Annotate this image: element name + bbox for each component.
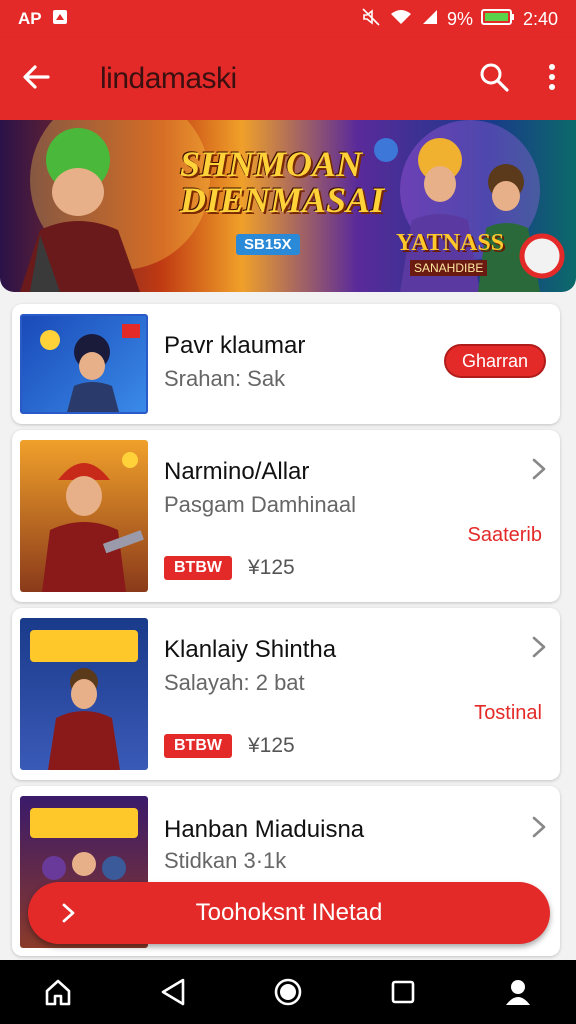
app-actions <box>478 61 556 98</box>
item-thumbnail <box>20 440 148 592</box>
item-badge: BTBW <box>164 556 232 580</box>
mute-icon <box>361 7 381 32</box>
notification-icon <box>52 9 68 30</box>
app-title: lindamaski <box>100 62 237 95</box>
banner-title: SHNMOAN DIENMASAI <box>180 146 384 218</box>
list-item[interactable]: Klanlaiy Shintha Salayah: 2 bat Tostinal… <box>12 608 560 780</box>
item-badge: BTBW <box>164 734 232 758</box>
banner-title-line1: SHNMOAN <box>180 144 363 184</box>
back-arrow-icon[interactable] <box>20 61 52 98</box>
item-subtitle: Srahan: Sak <box>164 366 286 391</box>
item-subtitle: Pasgam Damhinaal <box>164 492 356 517</box>
primary-action-button[interactable]: Toohoksnt INetad <box>28 882 550 944</box>
home-icon[interactable] <box>43 977 73 1007</box>
item-price: ¥125 <box>248 734 295 757</box>
status-left: AP <box>18 9 68 30</box>
banner-right-subtitle: SANAHDIBE <box>410 260 488 276</box>
status-bar: AP 9% 2:40 <box>0 0 576 38</box>
item-action-button[interactable]: Gharran <box>444 344 546 378</box>
item-thumbnail <box>20 618 148 770</box>
carrier-label: AP <box>18 9 42 28</box>
app-bar: lindamaski <box>0 38 576 120</box>
item-subtitle: Stidkan 3·1k <box>164 848 287 873</box>
back-triangle-icon[interactable] <box>159 977 187 1007</box>
banner-title-line2: DIENMASAI <box>180 180 385 220</box>
item-thumbnail <box>20 314 148 414</box>
item-title: Hanban Miaduisna <box>164 816 365 843</box>
status-right: 9% 2:40 <box>361 7 558 32</box>
profile-icon[interactable] <box>503 977 533 1007</box>
system-nav-bar <box>0 960 576 1024</box>
item-subtitle: Salayah: 2 bat <box>164 670 305 695</box>
item-link[interactable]: Tostinal <box>474 702 542 725</box>
promo-banner[interactable]: SHNMOAN DIENMASAI SB15X YATNASS SANAHDIB… <box>0 120 576 292</box>
item-title: Klanlaiy Shintha <box>164 636 337 663</box>
primary-action-label: Toohoksnt INetad <box>195 899 383 926</box>
list-item[interactable]: Pavr klaumar Srahan: Sak Gharran <box>12 304 560 424</box>
search-icon[interactable] <box>478 61 510 98</box>
chevron-right-icon[interactable] <box>532 636 546 663</box>
chevron-right-icon[interactable] <box>532 816 546 843</box>
item-title: Narmino/Allar <box>164 458 310 485</box>
list-item[interactable]: Narmino/Allar Pasgam Damhinaal Saaterib … <box>12 430 560 602</box>
wifi-icon <box>389 8 413 31</box>
item-link[interactable]: Saaterib <box>468 524 543 547</box>
battery-icon <box>480 8 515 31</box>
battery-percent: 9% <box>446 8 473 29</box>
item-title: Pavr klaumar <box>164 332 306 359</box>
signal-icon <box>421 8 439 31</box>
recents-icon[interactable] <box>389 978 417 1006</box>
banner-tag: SB15X <box>236 234 300 255</box>
home-circle-icon[interactable] <box>273 977 303 1007</box>
banner-right-title: YATNASS <box>396 230 505 256</box>
chevron-right-icon[interactable] <box>532 458 546 485</box>
item-price: ¥125 <box>248 556 295 579</box>
clock: 2:40 <box>522 8 558 29</box>
more-vert-icon[interactable] <box>548 63 556 96</box>
